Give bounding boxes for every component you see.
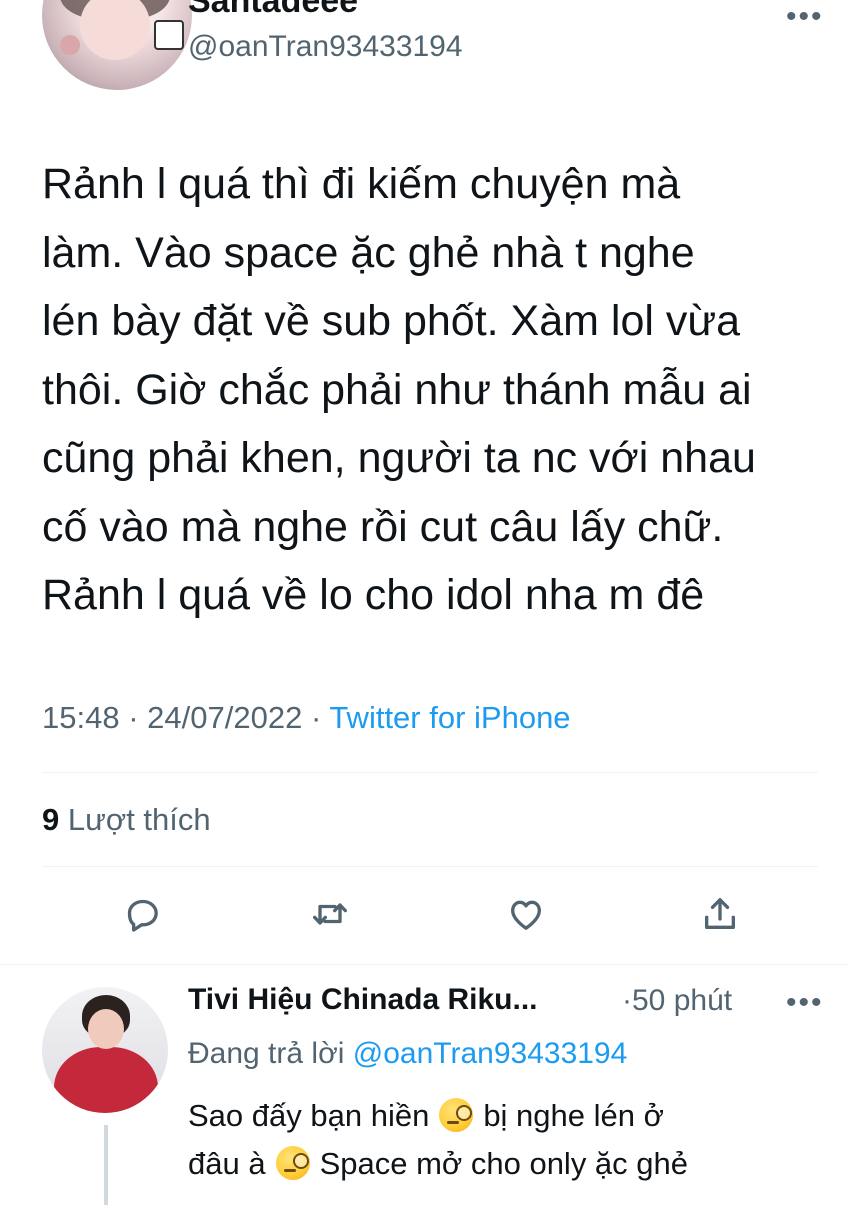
- reply-icon: [127, 899, 158, 932]
- tweet-actions: [0, 884, 848, 954]
- author-display-name[interactable]: Santadeee: [188, 0, 358, 21]
- likes-number: 9: [42, 802, 60, 837]
- share-button[interactable]: [690, 884, 750, 944]
- tweet-text-line: làm. Vào space ặc ghẻ nhà t nghe: [42, 228, 695, 277]
- reply-time-value[interactable]: 50 phút: [632, 984, 732, 1017]
- replying-to: Đang trả lời @oanTran93433194: [188, 1037, 627, 1071]
- tweet-date[interactable]: 24/07/2022: [147, 700, 302, 735]
- reply-author-name[interactable]: Tivi Hiệu Chinada Riku...: [188, 983, 538, 1017]
- reply-text: Sao đấy bạn hiền bị nghe lén ở đâu à Space…: [188, 1092, 688, 1188]
- tweet-time[interactable]: 15:48: [42, 700, 120, 735]
- divider: [0, 964, 848, 965]
- meta-separator: ·: [622, 984, 632, 1017]
- tweet-text-line: cố vào mà nghe rồi cut câu lấy chữ.: [42, 502, 724, 551]
- tweet-meta: 15:48 · 24/07/2022 · Twitter for iPhone: [42, 700, 571, 736]
- tweet-text-line: Rảnh l quá về lo cho idol nha m đê: [42, 571, 705, 619]
- face-with-monocle-icon: [275, 1146, 310, 1180]
- retweet-icon: [313, 903, 347, 925]
- tweet-source-link[interactable]: Twitter for iPhone: [329, 700, 570, 735]
- reply-button[interactable]: [112, 884, 172, 944]
- likes-count[interactable]: 9 Lượt thích: [42, 802, 211, 838]
- meta-separator: ·: [128, 700, 139, 735]
- replying-to-mention[interactable]: @oanTran93433194: [353, 1037, 628, 1070]
- author-handle[interactable]: @oanTran93433194: [188, 30, 463, 64]
- more-options-icon[interactable]: •••: [786, 0, 824, 34]
- reply-more-options-icon[interactable]: •••: [786, 986, 824, 1020]
- divider: [42, 772, 818, 773]
- tweet-text-line: lén bày đặt về sub phốt. Xàm lol vừa: [42, 297, 741, 345]
- likes-label: Lượt thích: [67, 802, 211, 837]
- reply-timestamp: ·50 phút: [622, 984, 732, 1018]
- author-avatar[interactable]: [42, 0, 192, 90]
- tweet-text-line: Rảnh l quá thì đi kiếm chuyện mà: [42, 160, 681, 208]
- reply-text-segment: Space mở cho only ặc ghẻ: [319, 1146, 689, 1181]
- tweet-text: Rảnh l quá thì đi kiếm chuyện mà làm. Và…: [42, 150, 832, 630]
- like-button[interactable]: [496, 884, 556, 944]
- like-icon: [510, 900, 541, 930]
- tweet-text-line: thôi. Giờ chắc phải như thánh mẫu ai: [42, 365, 752, 414]
- meta-separator: ·: [310, 700, 322, 735]
- reply-text-segment: đâu à: [188, 1146, 266, 1181]
- reply-text-segment: Sao đấy bạn hiền: [188, 1098, 430, 1133]
- share-icon: [705, 898, 735, 929]
- tweet-text-line: cũng phải khen, người ta nc với nhau: [42, 434, 756, 482]
- reply-author-avatar[interactable]: [42, 987, 168, 1113]
- thread-connector-line: [104, 1125, 108, 1205]
- retweet-button[interactable]: [300, 884, 360, 944]
- divider: [42, 866, 818, 867]
- face-with-monocle-icon: [439, 1098, 474, 1132]
- reply-text-segment: bị nghe lén ở: [483, 1098, 664, 1133]
- replying-to-prefix: Đang trả lời: [188, 1037, 345, 1070]
